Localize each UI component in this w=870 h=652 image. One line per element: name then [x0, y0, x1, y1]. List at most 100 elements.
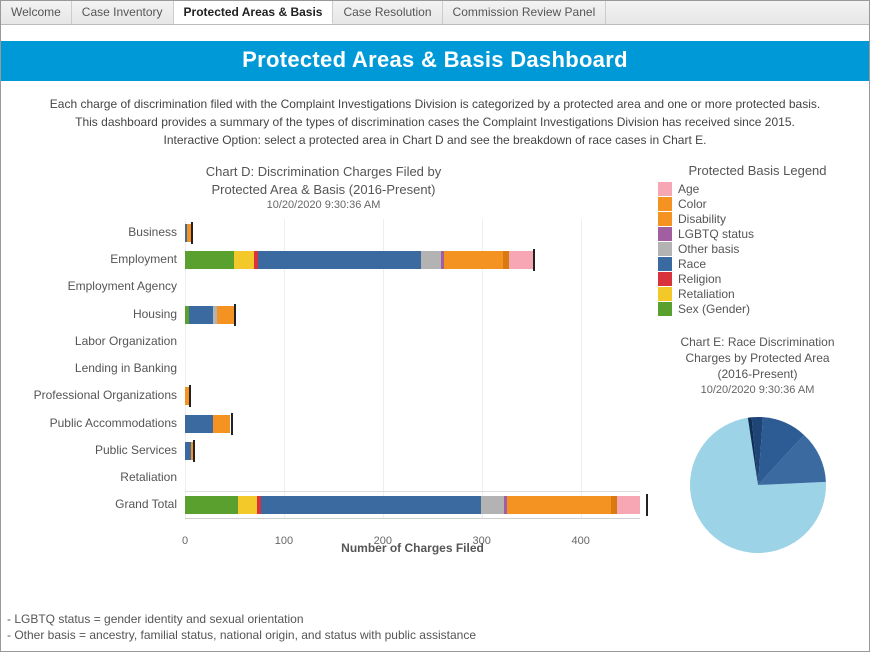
category-label: Labor Organization [75, 334, 177, 348]
chart-d-x-label: Number of Charges Filed [185, 541, 640, 555]
legend-swatch [658, 287, 672, 301]
total-marker [191, 222, 193, 244]
chart-e-timestamp: 10/20/2020 9:30:36 AM [654, 384, 861, 396]
total-marker [533, 249, 535, 271]
legend-swatch [658, 242, 672, 256]
chart-d-title: Chart D: Discrimination Charges Filed by… [1, 163, 646, 198]
bar-row[interactable] [185, 496, 640, 514]
bar-segment[interactable] [213, 415, 231, 433]
bar-segment[interactable] [507, 496, 611, 514]
tab-protected-areas-basis[interactable]: Protected Areas & Basis [174, 1, 334, 24]
bar-segment[interactable] [509, 251, 533, 269]
bar-row[interactable] [185, 306, 640, 324]
legend-swatch [658, 212, 672, 226]
bar-segment[interactable] [258, 251, 421, 269]
legend-item[interactable]: Race [658, 257, 861, 271]
legend-item[interactable]: LGBTQ status [658, 227, 861, 241]
footnotes: - LGBTQ status = gender identity and sex… [7, 611, 476, 643]
dashboard-banner: Protected Areas & Basis Dashboard [1, 41, 869, 81]
chart-d-timestamp: 10/20/2020 9:30:36 AM [1, 199, 646, 211]
bar-segment[interactable] [185, 415, 213, 433]
footnote-1: - LGBTQ status = gender identity and sex… [7, 611, 476, 627]
tab-welcome[interactable]: Welcome [1, 1, 72, 24]
legend-label: Retaliation [678, 287, 735, 301]
category-label: Business [128, 225, 177, 239]
total-marker [189, 385, 191, 407]
bar-segment[interactable] [261, 496, 481, 514]
legend-item[interactable]: Age [658, 182, 861, 196]
total-marker [234, 304, 236, 326]
bar-segment[interactable] [185, 496, 238, 514]
bar-row[interactable] [185, 224, 640, 242]
legend-label: Age [678, 182, 699, 196]
bar-row[interactable] [185, 251, 640, 269]
chart-e-title: Chart E: Race Discrimination Charges by … [654, 334, 861, 383]
category-label: Public Accommodations [50, 416, 177, 430]
chart-d-plot-area[interactable] [185, 219, 640, 519]
tab-case-resolution[interactable]: Case Resolution [333, 1, 442, 24]
bar-row[interactable] [185, 415, 640, 433]
legend-item[interactable]: Color [658, 197, 861, 211]
legend-item[interactable]: Retaliation [658, 287, 861, 301]
legend-swatch [658, 302, 672, 316]
legend-item[interactable]: Other basis [658, 242, 861, 256]
chart-d-title-line1: Chart D: Discrimination Charges Filed by [206, 164, 442, 179]
bar-row[interactable] [185, 469, 640, 487]
bar-row[interactable] [185, 442, 640, 460]
app-frame: Welcome Case Inventory Protected Areas &… [0, 0, 870, 652]
category-label: Retaliation [120, 470, 177, 484]
chart-e-title-line3: (2016-Present) [717, 367, 797, 381]
total-marker [231, 413, 233, 435]
intro-line-1: Each charge of discrimination filed with… [9, 95, 861, 113]
legend-swatch [658, 197, 672, 211]
chart-e-title-line2: Charges by Protected Area [685, 351, 829, 365]
legend-label: Other basis [678, 242, 739, 256]
chart-d-row-labels: Business Employment Employment Agency Housi… [1, 219, 181, 519]
chart-d-axis-baseline [185, 518, 640, 519]
intro-line-3: Interactive Option: select a protected a… [9, 131, 861, 149]
category-label: Housing [133, 307, 177, 321]
bar-segment[interactable] [234, 251, 254, 269]
category-label: Employment [110, 252, 177, 266]
legend-label: Race [678, 257, 706, 271]
category-label: Grand Total [115, 497, 177, 511]
category-label: Public Services [95, 443, 177, 457]
legend-label: Sex (Gender) [678, 302, 750, 316]
bar-segment[interactable] [217, 306, 235, 324]
tab-commission-review-panel[interactable]: Commission Review Panel [443, 1, 607, 24]
category-label: Employment Agency [68, 279, 177, 293]
legend-label: Disability [678, 212, 726, 226]
bar-row[interactable] [185, 387, 640, 405]
chart-d-panel: Chart D: Discrimination Charges Filed by… [1, 163, 654, 611]
legend-item[interactable]: Religion [658, 272, 861, 286]
legend-label: Color [678, 197, 707, 211]
chart-e-pie-wrap: Employment: 165Public Accommodations: 28… [654, 410, 861, 560]
intro-text: Each charge of discrimination filed with… [1, 81, 869, 157]
tab-case-inventory[interactable]: Case Inventory [72, 1, 174, 24]
legend-swatch [658, 257, 672, 271]
legend-item[interactable]: Disability [658, 212, 861, 226]
chart-d-bar-chart[interactable]: Business Employment Employment Agency Housi… [1, 219, 646, 559]
bar-segment[interactable] [185, 251, 234, 269]
bar-row[interactable] [185, 333, 640, 351]
chart-e-pie-chart[interactable]: Employment: 165Public Accommodations: 28… [683, 410, 833, 560]
bar-segment[interactable] [189, 306, 213, 324]
total-marker [646, 494, 648, 516]
legend-label: Religion [678, 272, 721, 286]
category-label: Lending in Banking [75, 361, 177, 375]
bar-segment[interactable] [617, 496, 640, 514]
category-label: Professional Organizations [34, 388, 177, 402]
bar-segment[interactable] [444, 251, 503, 269]
bar-segment[interactable] [481, 496, 504, 514]
tab-bar: Welcome Case Inventory Protected Areas &… [1, 1, 869, 25]
bar-segment[interactable] [238, 496, 258, 514]
right-panel: Protected Basis Legend AgeColorDisabilit… [654, 163, 869, 611]
bar-segment[interactable] [421, 251, 441, 269]
intro-line-2: This dashboard provides a summary of the… [9, 113, 861, 131]
legend-item[interactable]: Sex (Gender) [658, 302, 861, 316]
chart-d-title-line2: Protected Area & Basis (2016-Present) [211, 182, 435, 197]
bar-row[interactable] [185, 360, 640, 378]
bar-row[interactable] [185, 278, 640, 296]
legend-label: LGBTQ status [678, 227, 754, 241]
total-marker [193, 440, 195, 462]
